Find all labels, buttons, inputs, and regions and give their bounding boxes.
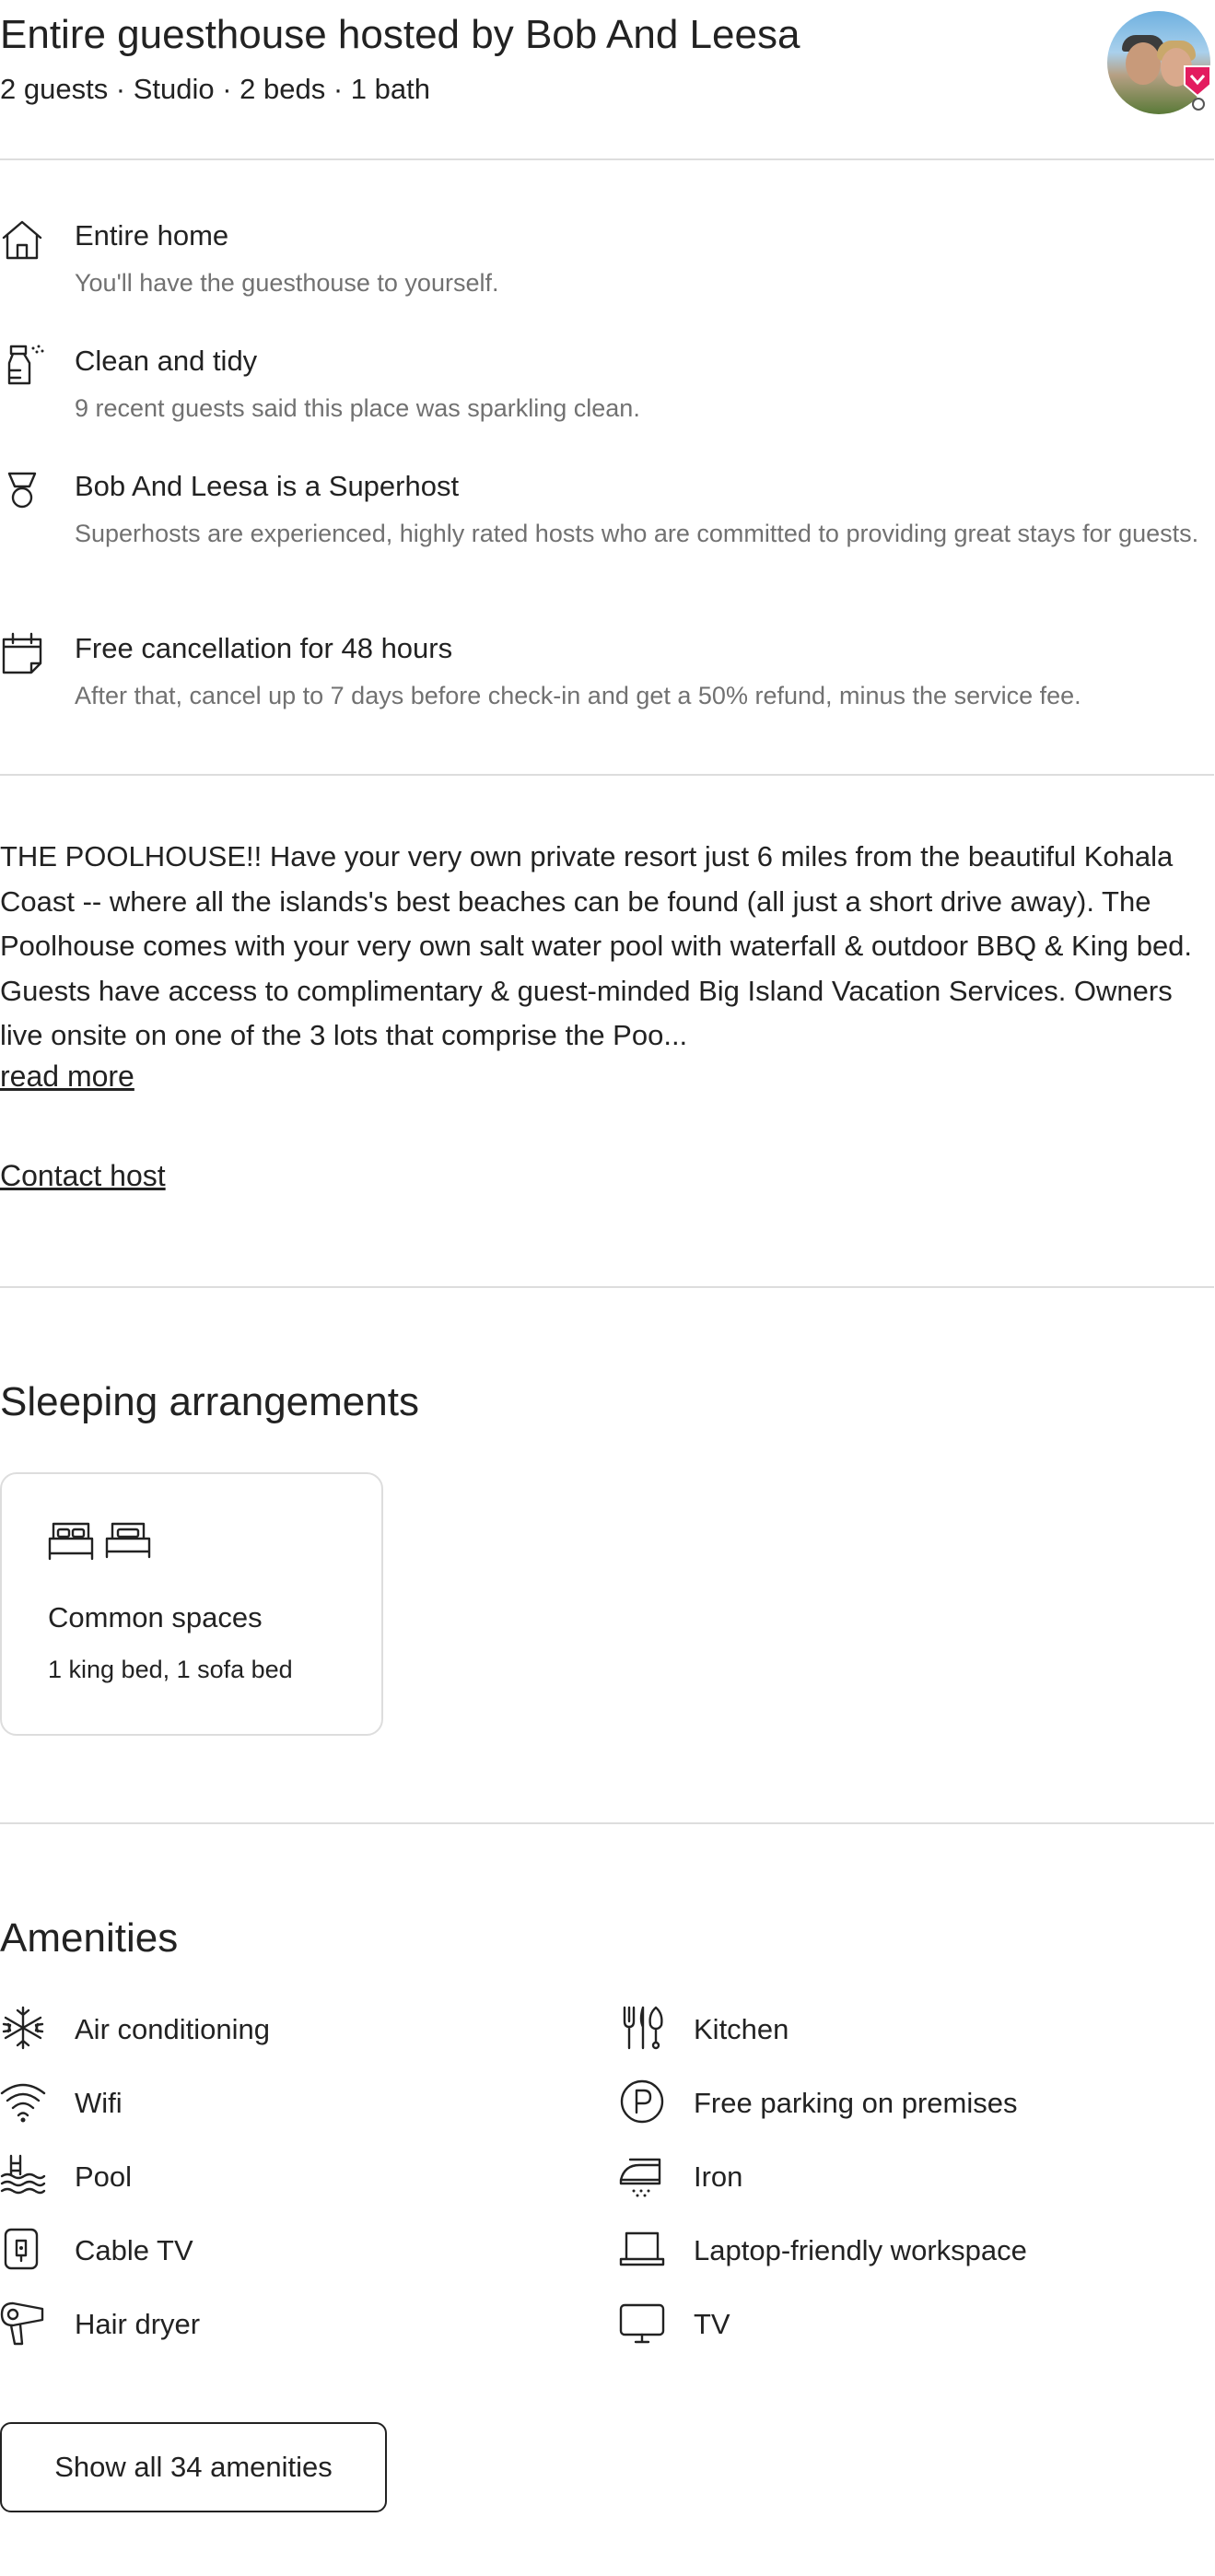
parking-icon — [620, 2079, 664, 2124]
verified-dot-icon — [1192, 98, 1205, 111]
wifi-icon — [0, 2083, 46, 2123]
kitchen-utensils-icon — [623, 2006, 663, 2050]
home-icon — [2, 220, 42, 260]
snowflake-icon — [2, 2006, 44, 2050]
bed-card-beds: 1 king bed, 1 sofa bed — [48, 1656, 293, 1683]
amenity-label: TV — [694, 2308, 730, 2340]
highlight-description: You'll have the guesthouse to yourself. — [75, 269, 499, 297]
listing-description: THE POOLHOUSE!! Have your very own priva… — [0, 840, 1193, 1051]
highlight-title: Clean and tidy — [75, 345, 258, 377]
amenity-label: Hair dryer — [75, 2308, 201, 2340]
spray-bottle-icon — [7, 345, 44, 385]
show-all-amenities-button[interactable]: Show all 34 amenities — [0, 2422, 387, 2512]
divider — [0, 158, 1214, 160]
iron-icon — [619, 2158, 661, 2197]
highlight-description: 9 recent guests said this place was spar… — [75, 394, 640, 422]
highlight-description: After that, cancel up to 7 days before c… — [75, 682, 1081, 709]
contact-host-link[interactable]: Contact host — [0, 1159, 166, 1193]
highlight-title: Free cancellation for 48 hours — [75, 632, 453, 664]
tv-icon — [619, 2303, 665, 2344]
sleeping-arrangements-title: Sleeping arrangements — [0, 1379, 419, 1424]
medal-icon — [7, 472, 37, 509]
bed-card: Common spaces 1 king bed, 1 sofa bed — [0, 1472, 383, 1736]
amenity-label: Free parking on premises — [694, 2087, 1018, 2119]
page-title: Entire guesthouse hosted by Bob And Lees… — [0, 12, 800, 57]
hair-dryer-icon — [0, 2301, 44, 2346]
amenity-label: Laptop-friendly workspace — [694, 2234, 1027, 2266]
amenities-title: Amenities — [0, 1915, 179, 1961]
amenity-label: Air conditioning — [75, 2013, 270, 2045]
amenity-label: Pool — [75, 2160, 133, 2193]
listing-summary: 2 guests · Studio · 2 beds · 1 bath — [0, 73, 430, 105]
divider — [0, 774, 1214, 776]
highlight-description: Superhosts are experienced, highly rated… — [75, 520, 1199, 547]
amenity-label: Cable TV — [75, 2234, 193, 2266]
amenity-label: Kitchen — [694, 2013, 789, 2045]
divider — [0, 1822, 1214, 1824]
bed-card-room: Common spaces — [48, 1601, 263, 1633]
highlight-title: Bob And Leesa is a Superhost — [75, 470, 460, 502]
highlight-title: Entire home — [75, 219, 229, 252]
superhost-badge-icon — [1184, 65, 1211, 98]
laptop-icon — [619, 2231, 665, 2266]
sofa-bed-icon — [105, 1522, 151, 1559]
pool-icon — [0, 2154, 46, 2195]
amenity-label: Iron — [694, 2160, 743, 2193]
divider — [0, 1286, 1214, 1288]
cable-tv-icon — [4, 2228, 39, 2270]
calendar-icon — [2, 632, 42, 674]
amenity-label: Wifi — [75, 2087, 123, 2119]
king-bed-icon — [48, 1522, 94, 1561]
read-more-link[interactable]: read more — [0, 1060, 134, 1094]
